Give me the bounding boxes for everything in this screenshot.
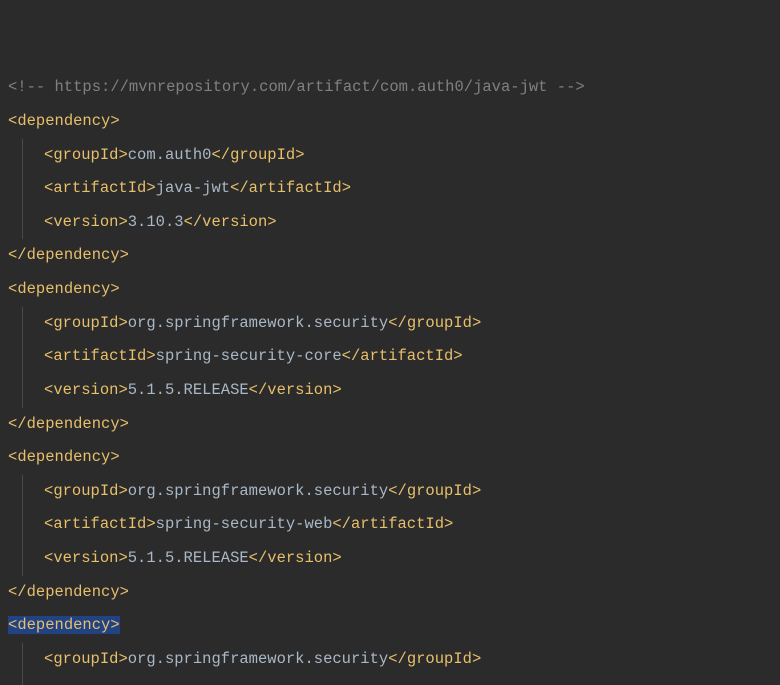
xml-open-dependency: <dependency> <box>8 609 772 643</box>
xml-element-groupId: <groupId>org.springframework.security</g… <box>8 475 772 509</box>
xml-element-artifactId: <artifactId>java-jwt</artifactId> <box>8 172 772 206</box>
code-editor[interactable]: <!-- https://mvnrepository.com/artifact/… <box>0 0 780 685</box>
xml-element-groupId: <groupId>com.auth0</groupId> <box>8 139 772 173</box>
xml-element-version: <version>5.1.5.RELEASE</version> <box>8 542 772 576</box>
dependency-list: <dependency><groupId>com.auth0</groupId>… <box>8 105 772 685</box>
xml-element-groupId: <groupId>org.springframework.security</g… <box>8 307 772 341</box>
xml-close-dependency: </dependency> <box>8 239 772 273</box>
xml-element-artifactId: <artifactId>spring-security-web</artifac… <box>8 508 772 542</box>
xml-close-dependency: </dependency> <box>8 576 772 610</box>
xml-open-dependency: <dependency> <box>8 105 772 139</box>
xml-comment: <!-- https://mvnrepository.com/artifact/… <box>8 71 772 105</box>
xml-close-dependency: </dependency> <box>8 408 772 442</box>
xml-open-dependency: <dependency> <box>8 441 772 475</box>
xml-element-version: <version>5.1.5.RELEASE</version> <box>8 374 772 408</box>
xml-element-artifactId: <artifactId>spring-security-core</artifa… <box>8 340 772 374</box>
xml-element-groupId: <groupId>org.springframework.security</g… <box>8 643 772 677</box>
xml-element-artifactId: <artifactId>spring-security-config</arti… <box>8 677 772 685</box>
xml-element-version: <version>3.10.3</version> <box>8 206 772 240</box>
xml-open-dependency: <dependency> <box>8 273 772 307</box>
